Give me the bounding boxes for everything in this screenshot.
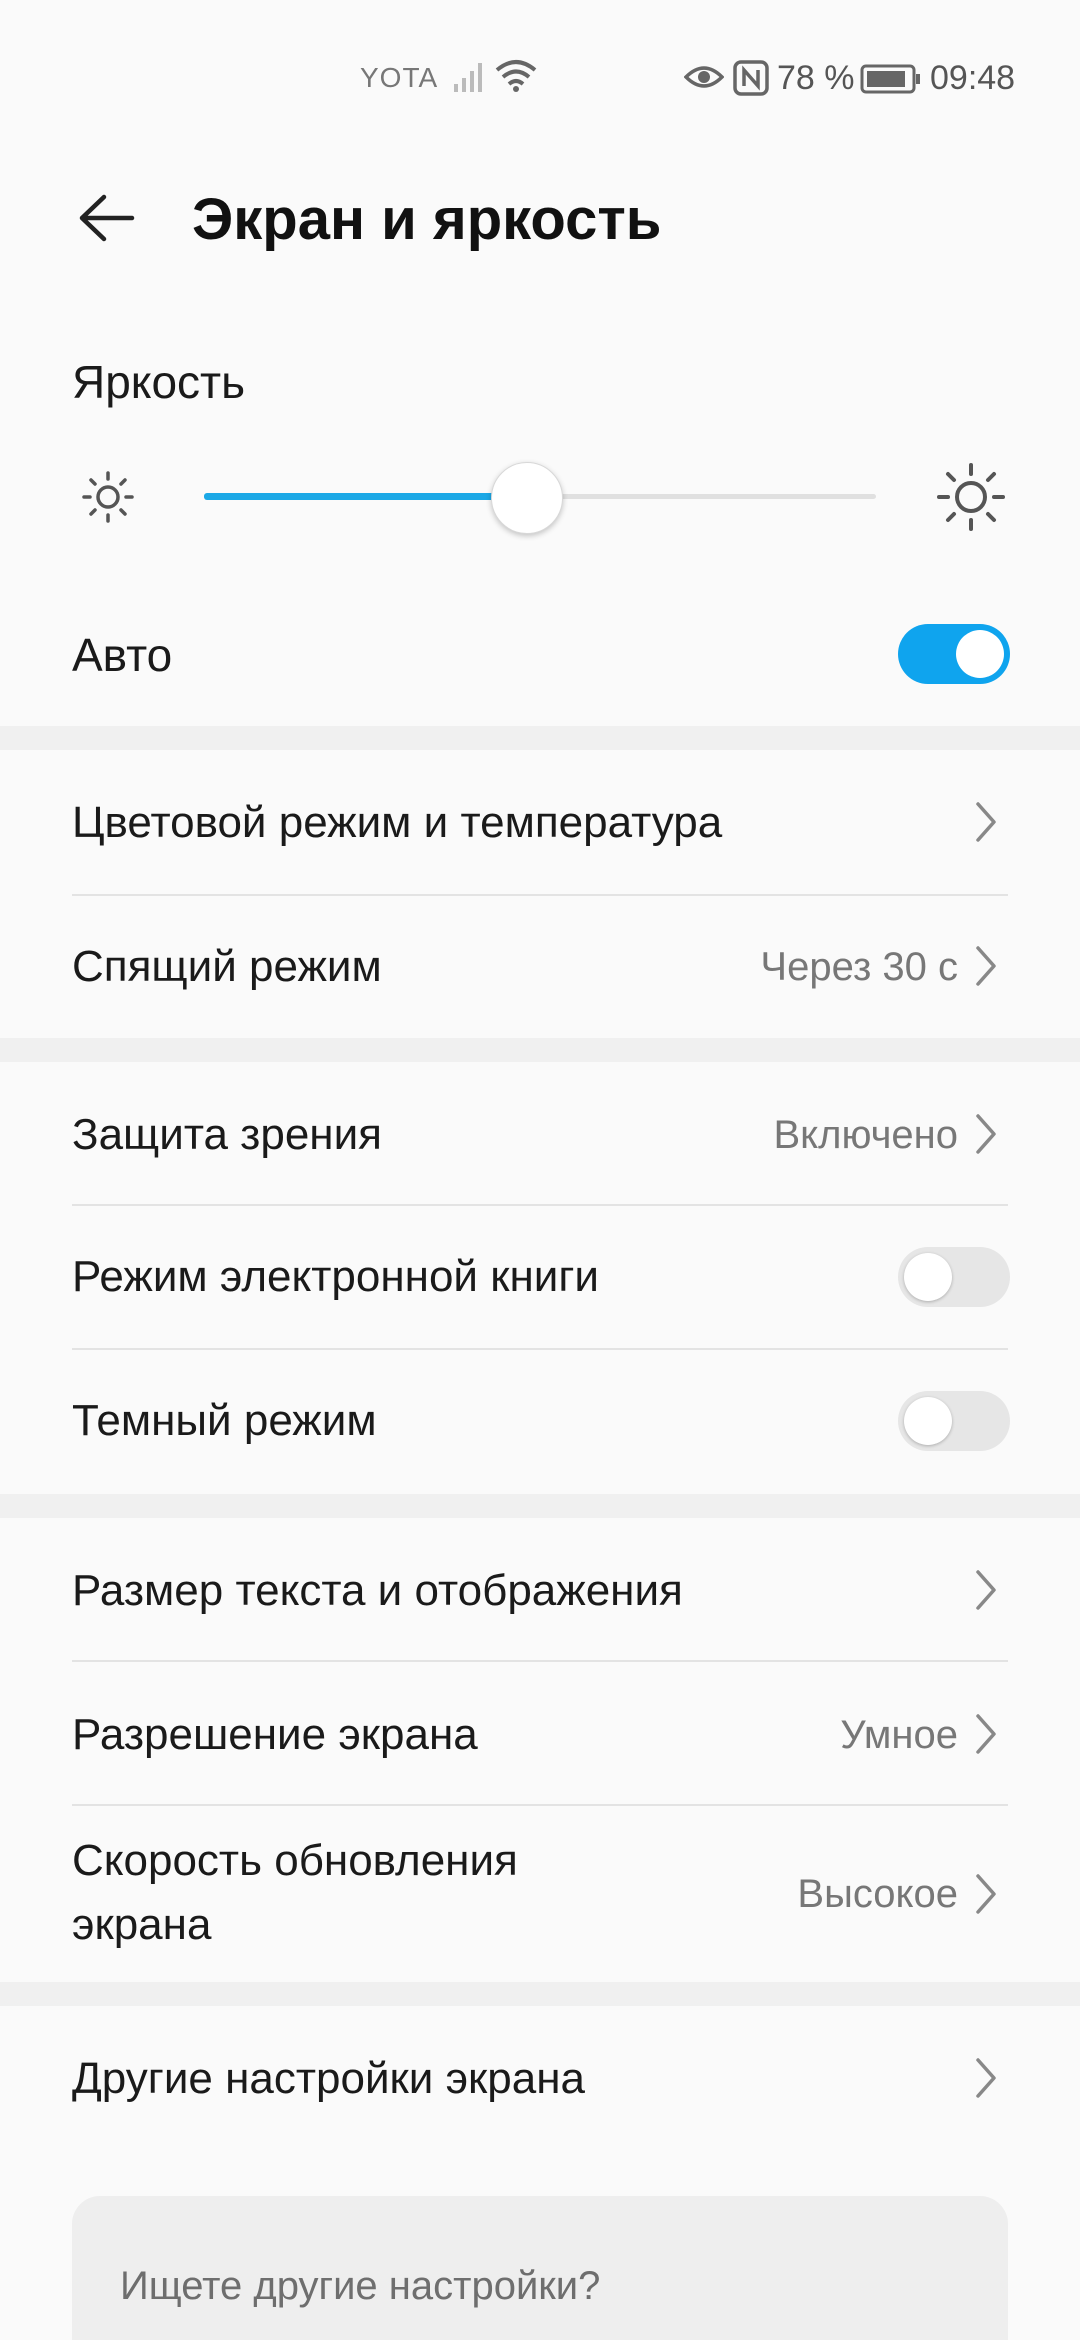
brightness-low-icon (78, 467, 138, 532)
search-suggestion-text: Ищете другие настройки? (120, 2264, 601, 2308)
search-suggestion-card[interactable]: Ищете другие настройки? (72, 2196, 1008, 2340)
brightness-slider[interactable] (204, 460, 876, 534)
row-value: Через 30 с (760, 945, 958, 989)
row-value: Высокое (797, 1872, 958, 1916)
toggle-knob (904, 1253, 952, 1301)
row-label: Другие настройки экрана (72, 2054, 586, 2103)
chevron-right-icon (976, 1714, 996, 1754)
slider-thumb[interactable] (491, 462, 563, 534)
chevron-right-icon (976, 1874, 996, 1914)
row-label: Защита зрения (72, 1110, 382, 1159)
header: Экран и яркость (0, 160, 1080, 270)
chevron-right-icon (976, 1570, 996, 1610)
row-sleep-mode[interactable]: Спящий режим Через 30 с (0, 896, 1080, 1038)
wifi-icon (494, 58, 538, 105)
row-text-display-size[interactable]: Размер текста и отображения (0, 1518, 1080, 1660)
row-label: Спящий режим (72, 942, 382, 991)
chevron-right-icon (976, 946, 996, 986)
chevron-right-icon (976, 1114, 996, 1154)
chevron-right-icon (976, 2058, 996, 2098)
dark-mode-toggle[interactable] (898, 1391, 1010, 1451)
row-value: Включено (773, 1113, 958, 1157)
section-separator (0, 1982, 1080, 2006)
row-label: Цветовой режим и температура (72, 798, 723, 847)
row-value: Умное (840, 1713, 958, 1757)
battery-icon (860, 64, 922, 105)
row-color-mode[interactable]: Цветовой режим и температура (0, 750, 1080, 894)
row-label: Темный режим (72, 1396, 377, 1445)
row-label: Режим электронной книги (72, 1252, 599, 1301)
section-separator (0, 1038, 1080, 1062)
status-bar: YOTA 78 % 09:48 (0, 0, 1080, 160)
row-refresh-rate[interactable]: Скорость обновления экрана Высокое (0, 1806, 1080, 1982)
signal-icon (452, 60, 486, 105)
toggle-knob (904, 1397, 952, 1445)
ebook-mode-toggle[interactable] (898, 1247, 1010, 1307)
back-button[interactable] (66, 178, 146, 258)
row-eye-protection[interactable]: Защита зрения Включено (0, 1062, 1080, 1204)
chevron-right-icon (976, 802, 996, 842)
row-other-display-settings[interactable]: Другие настройки экрана (0, 2006, 1080, 2152)
row-ebook-mode[interactable]: Режим электронной книги (0, 1206, 1080, 1348)
operator-name: YOTA (360, 62, 439, 93)
brightness-high-icon (936, 462, 1006, 537)
row-label: Размер текста и отображения (72, 1566, 683, 1615)
row-screen-resolution[interactable]: Разрешение экрана Умное (0, 1662, 1080, 1804)
nfc-icon (733, 60, 769, 107)
eye-comfort-icon (683, 62, 725, 103)
brightness-label: Яркость (72, 356, 246, 408)
row-dark-mode[interactable]: Темный режим (0, 1350, 1080, 1492)
section-separator (0, 1494, 1080, 1518)
slider-fill (204, 493, 527, 500)
auto-brightness-toggle[interactable] (898, 624, 1010, 684)
section-separator (0, 726, 1080, 750)
battery-percent: 78 % (777, 59, 855, 97)
row-label-line2: экрана (72, 1900, 212, 1949)
auto-brightness-label: Авто (72, 629, 173, 681)
row-label: Разрешение экрана (72, 1710, 478, 1759)
display-brightness-screen: YOTA 78 % 09:48 Экран и яркость Яркость … (0, 0, 1080, 2340)
back-arrow-icon (79, 194, 135, 242)
page-title: Экран и яркость (192, 187, 662, 252)
clock: 09:48 (930, 59, 1016, 97)
row-label-line1: Скорость обновления (72, 1836, 518, 1885)
toggle-knob (956, 630, 1004, 678)
